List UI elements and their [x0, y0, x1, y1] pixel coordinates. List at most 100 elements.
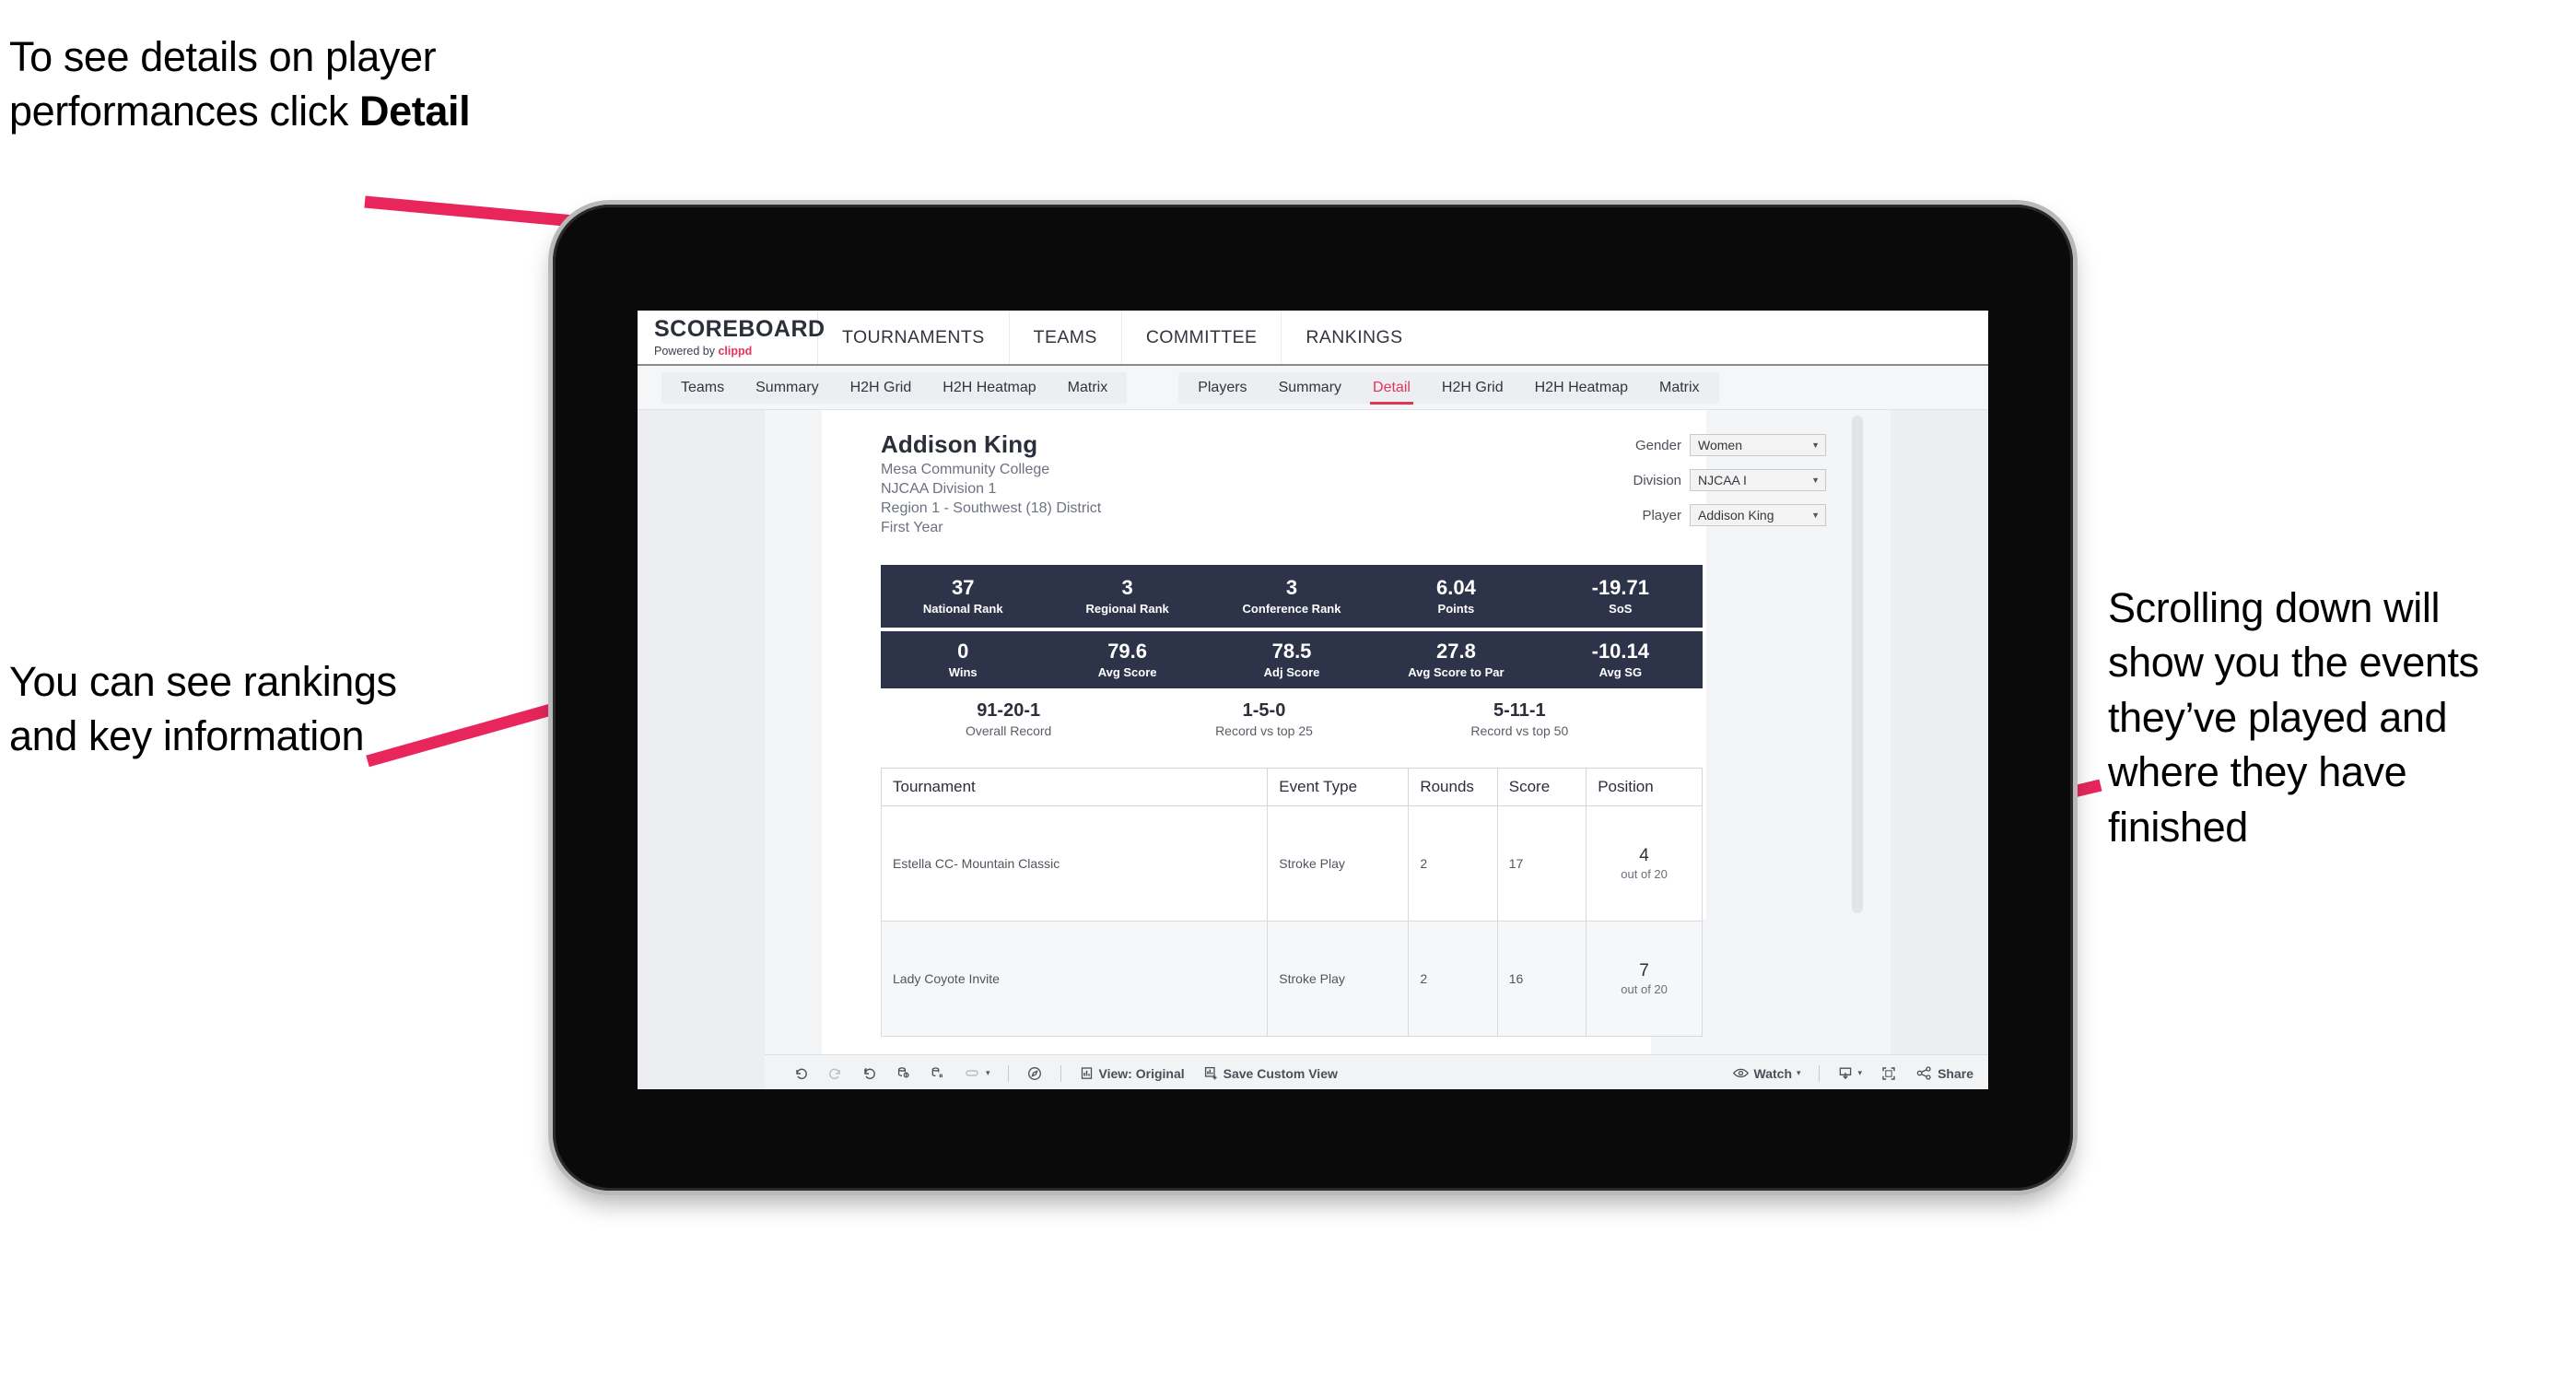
stat-label: SoS: [1609, 601, 1633, 616]
share-button[interactable]: Share: [1907, 1061, 1988, 1086]
pan-zoom-button[interactable]: [1018, 1061, 1051, 1086]
stat-regional-rank: 3 Regional Rank: [1045, 577, 1209, 616]
tab-players-summary[interactable]: Summary: [1263, 372, 1357, 404]
division-filter-select[interactable]: NJCAA I ▼: [1690, 469, 1826, 491]
toolbar-divider: [1818, 1064, 1820, 1082]
events-card: [822, 919, 1651, 1054]
column-header-position[interactable]: Position: [1586, 768, 1703, 806]
view-original-button[interactable]: View: Original: [1071, 1061, 1193, 1086]
table-row[interactable]: Lady Coyote Invite Stroke Play 2 16 7 ou…: [880, 921, 1703, 1037]
stat-label: Conference Rank: [1242, 601, 1341, 616]
watch-button[interactable]: Watch ▾: [1724, 1061, 1809, 1086]
chevron-down-icon: ▾: [1857, 1068, 1863, 1077]
refresh-button[interactable]: [887, 1061, 919, 1086]
stat-conference-rank: 3 Conference Rank: [1210, 577, 1374, 616]
toolbar-divider: [1060, 1064, 1061, 1082]
tab-teams-h2h-grid[interactable]: H2H Grid: [835, 372, 928, 404]
nav-item-committee[interactable]: COMMITTEE: [1122, 311, 1282, 364]
cell-position: 4 out of 20: [1586, 805, 1703, 922]
nav-item-teams[interactable]: TEAMS: [1010, 311, 1122, 364]
events-table: Tournament Event Type Rounds Score Posit…: [880, 768, 1703, 1037]
rank-stats-band: 37 National Rank 3 Regional Rank 3 Confe…: [881, 565, 1703, 628]
nav-item-rankings[interactable]: RANKINGS: [1282, 311, 1426, 364]
tab-teams-summary[interactable]: Summary: [740, 372, 834, 404]
cell-score: 17: [1496, 805, 1587, 922]
view-original-label: View: Original: [1098, 1065, 1185, 1081]
gender-filter-label: Gender: [1634, 437, 1681, 453]
stat-points: 6.04 Points: [1374, 577, 1538, 616]
redo-button[interactable]: [819, 1061, 851, 1086]
player-filter-value: Addison King: [1698, 508, 1774, 523]
pause-icon: [966, 1070, 978, 1076]
tab-teams-h2h-heatmap[interactable]: H2H Heatmap: [927, 372, 1051, 404]
stat-value: -10.14: [1591, 640, 1650, 664]
column-header-tournament[interactable]: Tournament: [880, 768, 1269, 806]
vertical-scrollbar[interactable]: [1852, 416, 1863, 913]
annotation-left: You can see rankings and key information: [9, 658, 397, 760]
column-header-score[interactable]: Score: [1496, 768, 1587, 806]
tab-teams-matrix[interactable]: Matrix: [1052, 372, 1124, 404]
tab-teams[interactable]: Teams: [665, 372, 740, 404]
pause-button[interactable]: ▾: [955, 1061, 999, 1086]
annotation-right: Scrolling down will show you the events …: [2108, 584, 2479, 851]
secondary-tab-bar: Teams Summary H2H Grid H2H Heatmap Matri…: [638, 366, 1988, 410]
chevron-down-icon: ▼: [1811, 440, 1820, 450]
stat-label: National Rank: [922, 601, 1003, 616]
stat-value: 78.5: [1271, 640, 1312, 664]
revert-icon: [863, 1067, 875, 1079]
nav-item-tournaments[interactable]: TOURNAMENTS: [818, 311, 1010, 364]
stat-wins: 0 Wins: [881, 640, 1045, 679]
tab-players-h2h-grid[interactable]: H2H Grid: [1426, 372, 1519, 404]
stat-label: Avg Score to Par: [1408, 664, 1505, 679]
cell-score: 16: [1496, 921, 1587, 1037]
player-region: Region 1 - Southwest (18) District: [881, 500, 1102, 516]
record-overall: 91-20-1 Overall Record: [881, 700, 1136, 738]
tab-players[interactable]: Players: [1182, 372, 1262, 404]
stat-sos: -19.71 SoS: [1539, 577, 1703, 616]
stat-label: Points: [1437, 601, 1475, 616]
save-custom-view-button[interactable]: Save Custom View: [1195, 1061, 1346, 1086]
tab-players-h2h-heatmap[interactable]: H2H Heatmap: [1519, 372, 1644, 404]
pause-refresh-button[interactable]: [921, 1061, 954, 1086]
clippd-brand: clippd: [718, 344, 753, 358]
annotation-top-left-bold: Detail: [359, 88, 471, 135]
tab-players-matrix[interactable]: Matrix: [1644, 372, 1715, 404]
tab-players-detail[interactable]: Detail: [1357, 372, 1426, 405]
cell-rounds: 2: [1408, 805, 1498, 922]
revert-button[interactable]: [853, 1061, 885, 1086]
redo-icon: [829, 1068, 840, 1079]
dashboard-canvas: Addison King Mesa Community College NJCA…: [638, 410, 1988, 1089]
cell-tournament: Estella CC- Mountain Classic: [880, 805, 1269, 922]
chevron-down-icon: ▾: [986, 1068, 990, 1077]
gender-filter-value: Women: [1698, 438, 1742, 452]
powered-by-prefix: Powered by: [654, 344, 719, 358]
stat-avg-score: 79.6 Avg Score: [1045, 640, 1209, 679]
page-title: Addison King: [881, 430, 1038, 458]
division-filter-row: Division NJCAA I ▼: [1633, 469, 1826, 491]
cell-position: 7 out of 20: [1586, 921, 1703, 1037]
stat-value: -19.71: [1591, 576, 1650, 600]
column-header-rounds[interactable]: Rounds: [1408, 768, 1498, 806]
player-filter-select[interactable]: Addison King ▼: [1690, 504, 1826, 526]
column-header-event-type[interactable]: Event Type: [1267, 768, 1410, 806]
stat-label: Avg SG: [1598, 664, 1643, 679]
download-button[interactable]: ▾: [1829, 1061, 1871, 1086]
annotation-top-left: To see details on player performances cl…: [9, 29, 599, 139]
chevron-down-icon: ▼: [1811, 511, 1820, 520]
position-suffix: out of 20: [1621, 866, 1668, 881]
player-summary-card: [822, 410, 1706, 919]
division-filter-value: NJCAA I: [1698, 473, 1747, 487]
gender-filter-select[interactable]: Women ▼: [1690, 434, 1826, 456]
tablet-device-frame: SCOREBOARD Powered by clippd TOURNAMENTS…: [553, 205, 2073, 1191]
save-custom-view-label: Save Custom View: [1223, 1065, 1338, 1081]
record-vs-top-25: 1-5-0 Record vs top 25: [1136, 700, 1391, 738]
undo-button[interactable]: [785, 1061, 817, 1086]
cell-tournament: Lady Coyote Invite: [880, 921, 1269, 1037]
table-row[interactable]: Estella CC- Mountain Classic Stroke Play…: [880, 805, 1703, 922]
app-top-navigation: SCOREBOARD Powered by clippd TOURNAMENTS…: [638, 311, 1988, 366]
record-value: 91-20-1: [977, 700, 1041, 721]
scoreboard-logo[interactable]: SCOREBOARD Powered by clippd: [638, 311, 825, 364]
fullscreen-button[interactable]: [1872, 1061, 1905, 1086]
player-year: First Year: [881, 520, 943, 535]
stat-avg-sg: -10.14 Avg SG: [1539, 640, 1703, 679]
